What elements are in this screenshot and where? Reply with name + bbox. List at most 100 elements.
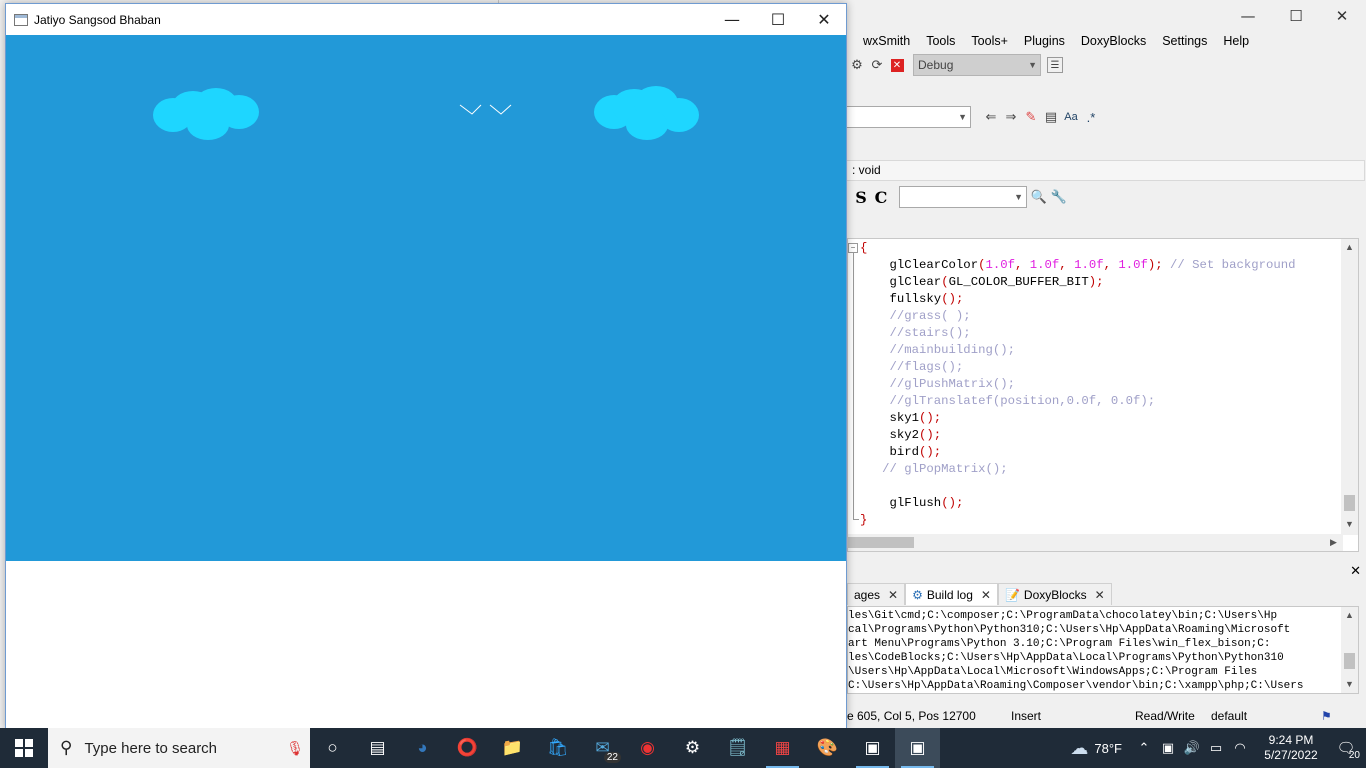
weather-cloud-icon[interactable]: ☁: [1070, 738, 1088, 759]
search-combo[interactable]: ▼: [845, 106, 971, 128]
close-icon[interactable]: ✕: [1095, 588, 1105, 602]
mail-icon[interactable]: ✉ 22: [580, 728, 625, 768]
codeblocks-icon[interactable]: ▦: [760, 728, 805, 768]
tab-messages[interactable]: ages ✕: [847, 583, 906, 605]
scroll-down-icon[interactable]: ▼: [1345, 679, 1354, 689]
title-bar[interactable]: Jatiyo Sangsod Bhaban — ☐ ✕: [6, 4, 846, 35]
status-mode: Insert: [1011, 709, 1042, 723]
app-window-active-icon[interactable]: ▣: [895, 728, 940, 768]
code-token: // Set background: [1170, 258, 1296, 272]
close-icon[interactable]: ✕: [981, 588, 991, 602]
menu-wxsmith[interactable]: wxSmith: [855, 32, 918, 50]
task-view-icon[interactable]: ▤: [355, 728, 400, 768]
log-text: les\Git\cmd;C:\composer;C:\ProgramData\c…: [848, 609, 1303, 693]
taskbar-search[interactable]: ⚲ Type here to search 🎙: [48, 728, 310, 768]
clock[interactable]: 9:24 PM 5/27/2022: [1256, 733, 1326, 763]
clock-time: 9:24 PM: [1268, 733, 1314, 747]
menu-tools[interactable]: Tools: [918, 32, 963, 50]
abort-icon[interactable]: ✕: [887, 55, 907, 75]
selected-text-icon[interactable]: ▤: [1041, 107, 1061, 127]
scroll-down-icon[interactable]: ▼: [1345, 519, 1354, 529]
settings-icon[interactable]: ⚙: [670, 728, 715, 768]
battery-icon[interactable]: ▭: [1204, 740, 1228, 756]
scroll-up-icon[interactable]: ▲: [1345, 610, 1354, 620]
code-token: ();: [941, 496, 964, 510]
close-icon[interactable]: ✕: [888, 588, 898, 602]
wrench-icon[interactable]: 🔧: [1049, 187, 1069, 207]
rebuild-icon[interactable]: ⚙: [847, 55, 867, 75]
build-run-icon[interactable]: ⟳: [867, 55, 887, 75]
code-token: //flags();: [860, 360, 964, 374]
code-token: 1.0f: [1074, 258, 1104, 272]
maximize-button[interactable]: ☐: [1273, 0, 1319, 32]
code-token: sky1: [860, 411, 920, 425]
build-target-select[interactable]: Debug ▼: [913, 54, 1041, 76]
code-token: //mainbuilding();: [860, 343, 1015, 357]
chevron-down-icon: ▼: [1028, 60, 1037, 70]
menu-plugins[interactable]: Plugins: [1016, 32, 1073, 50]
chevron-up-icon[interactable]: ⌃: [1132, 740, 1156, 756]
tab-build-log[interactable]: ⚙ Build log ✕: [905, 583, 998, 605]
arrow-right-icon[interactable]: ⇒: [1001, 107, 1021, 127]
opera-icon[interactable]: ⭕: [445, 728, 490, 768]
highlight-icon[interactable]: ✎: [1021, 107, 1041, 127]
close-icon[interactable]: ✕: [1350, 563, 1361, 579]
notification-icon[interactable]: 🗨 20: [1326, 739, 1366, 761]
code-token: ,: [1103, 258, 1119, 272]
wifi-icon[interactable]: ◠: [1228, 740, 1252, 756]
start-button[interactable]: [0, 728, 48, 768]
volume-icon[interactable]: 🔊: [1180, 740, 1204, 756]
horizontal-scrollbar[interactable]: ▶: [848, 534, 1343, 551]
build-log-output[interactable]: les\Git\cmd;C:\composer;C:\ProgramData\c…: [847, 606, 1359, 694]
code-token: glClear: [860, 275, 942, 289]
menu-doxyblocks[interactable]: DoxyBlocks: [1073, 32, 1154, 50]
notepad-icon[interactable]: 🗒: [715, 728, 760, 768]
minimize-button[interactable]: —: [1225, 0, 1271, 32]
scrollbar-thumb[interactable]: [848, 537, 914, 548]
bold-c-button[interactable]: C: [871, 187, 891, 207]
opengl-window[interactable]: Jatiyo Sangsod Bhaban — ☐ ✕: [5, 3, 847, 729]
scrollbar-thumb[interactable]: [1344, 495, 1355, 511]
chrome-icon[interactable]: ◉: [625, 728, 670, 768]
paint-icon[interactable]: 🎨: [805, 728, 850, 768]
file-explorer-icon[interactable]: 📁: [490, 728, 535, 768]
scroll-up-icon[interactable]: ▲: [1345, 242, 1354, 252]
code-line: sky1();: [860, 410, 1295, 427]
webcam-icon[interactable]: ▣: [1156, 740, 1180, 756]
match-case-icon[interactable]: Aa: [1061, 107, 1081, 127]
maximize-button[interactable]: ☐: [755, 4, 801, 35]
mail-badge: 22: [603, 752, 621, 763]
code-token: //grass( );: [860, 309, 971, 323]
scroll-right-icon[interactable]: ▶: [1330, 537, 1337, 548]
menu-tools-plus[interactable]: Tools+: [963, 32, 1015, 50]
code-text: { glClearColor(1.0f, 1.0f, 1.0f, 1.0f); …: [860, 240, 1295, 529]
close-button[interactable]: ✕: [1319, 0, 1365, 32]
code-token: }: [860, 513, 868, 527]
menu-help[interactable]: Help: [1215, 32, 1257, 50]
tab-doxyblocks[interactable]: 📝 DoxyBlocks ✕: [997, 583, 1112, 605]
scrollbar-thumb[interactable]: [1344, 653, 1355, 669]
code-editor[interactable]: − { glClearColor(1.0f, 1.0f, 1.0f, 1.0f)…: [847, 238, 1359, 552]
symbol-bar[interactable]: : void: [845, 160, 1365, 181]
code-line: bird();: [860, 444, 1295, 461]
weather-temp[interactable]: 78°F: [1094, 741, 1122, 756]
bold-s-button[interactable]: S: [851, 187, 871, 207]
code-token: // glPopMatrix();: [860, 462, 1008, 476]
fold-collapse-icon[interactable]: −: [848, 243, 858, 253]
app-window-icon[interactable]: ▣: [850, 728, 895, 768]
arrow-left-icon[interactable]: ⇐: [981, 107, 1001, 127]
store-icon[interactable]: 🛍: [535, 728, 580, 768]
vertical-scrollbar[interactable]: ▲ ▼: [1341, 607, 1358, 693]
magnifier-icon[interactable]: 🔍: [1029, 187, 1049, 207]
cortana-icon[interactable]: ○: [310, 728, 355, 768]
edge-icon[interactable]: ◕: [400, 728, 445, 768]
close-button[interactable]: ✕: [801, 4, 847, 35]
menu-settings[interactable]: Settings: [1154, 32, 1215, 50]
regex-icon[interactable]: .*: [1081, 107, 1101, 127]
status-access: Read/Write: [1135, 709, 1195, 723]
minimize-button[interactable]: —: [709, 4, 755, 35]
doxy-combo[interactable]: ▼: [899, 186, 1027, 208]
show-select-target-icon[interactable]: ☰: [1047, 57, 1063, 73]
sky-canvas: [6, 35, 846, 561]
vertical-scrollbar[interactable]: ▲ ▼: [1341, 239, 1358, 535]
